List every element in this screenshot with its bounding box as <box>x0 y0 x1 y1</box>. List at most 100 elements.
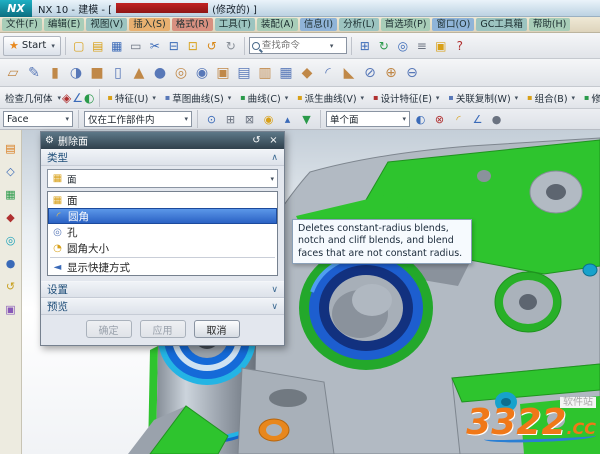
group-combine[interactable]: ▪ 组合(B) ▾ <box>523 91 579 105</box>
chevron-down-icon[interactable]: ▾ <box>65 115 69 123</box>
type-combo[interactable]: ▦ 面 ▾ <box>47 169 278 188</box>
subtract-icon[interactable]: ⊖ <box>402 63 422 83</box>
type-filter-combo[interactable]: Face ▾ <box>3 111 73 127</box>
menu-item[interactable]: GC工具箱 <box>476 18 527 31</box>
hole-icon[interactable]: ◎ <box>171 63 191 83</box>
datum-plane-icon[interactable]: ▱ <box>3 63 23 83</box>
new-file-icon[interactable]: ▢ <box>70 37 88 55</box>
fit-view-icon[interactable]: ◎ <box>394 37 412 55</box>
menu-item[interactable]: 工具(T) <box>215 18 255 31</box>
group-sketch-curves[interactable]: ▪ 草图曲线(S) ▾ <box>161 91 235 105</box>
menu-item[interactable]: 首选项(P) <box>381 18 431 31</box>
section-settings-header[interactable]: 设置 ∨ <box>41 281 284 298</box>
group-associative-copy[interactable]: ▪ 关联复制(W) ▾ <box>444 91 522 105</box>
dialog-reset-button[interactable]: ↺ <box>250 135 263 146</box>
menu-item[interactable]: 视图(V) <box>86 18 127 31</box>
snap-point-icon[interactable]: ⊙ <box>203 111 220 128</box>
assembly-navigator-icon[interactable]: ▤ <box>3 140 19 156</box>
chamfer-icon[interactable]: ◆ <box>297 63 317 83</box>
redo-icon[interactable]: ↻ <box>222 37 240 55</box>
menu-item[interactable]: 格式(R) <box>172 18 213 31</box>
start-button[interactable]: ★ Start ▾ <box>3 36 61 56</box>
follow-fillet-icon[interactable]: ◜ <box>450 111 467 128</box>
copy-icon[interactable]: ⊟ <box>165 37 183 55</box>
group-curves[interactable]: ▪ 曲线(C) ▾ <box>236 91 292 105</box>
section-type-header[interactable]: 类型 ∧ <box>41 149 284 166</box>
unite-icon[interactable]: ⊕ <box>381 63 401 83</box>
chevron-down-icon[interactable]: ▾ <box>184 115 188 123</box>
show-shortcuts-option[interactable]: ◄ 显示快捷方式 <box>48 259 277 275</box>
menu-item[interactable]: 编辑(E) <box>44 18 84 31</box>
apply-button[interactable]: 应用 <box>140 320 186 338</box>
highlight-icon[interactable]: ◉ <box>260 111 277 128</box>
measure-angle-icon[interactable]: ∠ <box>72 89 83 107</box>
shaded-view-icon[interactable]: ● <box>488 111 505 128</box>
menu-item[interactable]: 插入(S) <box>129 18 169 31</box>
save-icon[interactable]: ▦ <box>108 37 126 55</box>
menu-item[interactable]: 窗口(O) <box>432 18 474 31</box>
reuse-library-icon[interactable]: ◆ <box>3 209 19 225</box>
undo-icon[interactable]: ↺ <box>203 37 221 55</box>
selection-scope-combo[interactable]: 仅在工作部件内 ▾ <box>84 111 192 127</box>
cancel-button[interactable]: 取消 <box>194 320 240 338</box>
general-filter-icon[interactable]: ▼ <box>298 111 315 128</box>
open-icon[interactable]: ▤ <box>89 37 107 55</box>
rib-icon[interactable]: ▥ <box>255 63 275 83</box>
menu-item[interactable]: 信息(I) <box>300 18 337 31</box>
help-icon[interactable]: ? <box>451 37 469 55</box>
boss-icon[interactable]: ◉ <box>192 63 212 83</box>
history-icon[interactable]: ↺ <box>3 278 19 294</box>
chevron-down-icon[interactable]: ▾ <box>330 42 334 50</box>
stop-at-intersection-icon[interactable]: ⊗ <box>431 111 448 128</box>
edge-blend-icon[interactable]: ◜ <box>318 63 338 83</box>
constraint-navigator-icon[interactable]: ◇ <box>3 163 19 179</box>
print-icon[interactable]: ▭ <box>127 37 145 55</box>
deselect-all-icon[interactable]: ⊠ <box>241 111 258 128</box>
select-all-icon[interactable]: ⊞ <box>222 111 239 128</box>
menu-item[interactable]: 帮助(H) <box>529 18 571 31</box>
dialog-titlebar[interactable]: ⚙ 删除面 ↺ × <box>41 132 284 149</box>
top-selection-icon[interactable]: ▴ <box>279 111 296 128</box>
dialog-close-button[interactable]: × <box>267 135 280 146</box>
chevron-down-icon[interactable]: ▾ <box>402 115 406 123</box>
option-blend[interactable]: ◜ 圆角 <box>48 208 277 224</box>
pad-icon[interactable]: ▤ <box>234 63 254 83</box>
extrude-icon[interactable]: ▮ <box>45 63 65 83</box>
cut-icon[interactable]: ✂ <box>146 37 164 55</box>
cone-icon[interactable]: ▲ <box>129 63 149 83</box>
shell-icon[interactable]: ▦ <box>276 63 296 83</box>
command-finder[interactable]: ▾ <box>249 37 347 54</box>
face-rule-icon[interactable]: ◐ <box>412 111 429 128</box>
section-view-icon[interactable]: ◐ <box>84 89 94 107</box>
face-rule-combo[interactable]: 单个面 ▾ <box>326 111 410 127</box>
touch-mode-icon[interactable]: ▣ <box>432 37 450 55</box>
section-preview-header[interactable]: 预览 ∨ <box>41 298 284 315</box>
angle-tolerance-icon[interactable]: ∠ <box>469 111 486 128</box>
pocket-icon[interactable]: ▣ <box>213 63 233 83</box>
option-blend-size[interactable]: ◔ 圆角大小 <box>48 240 277 256</box>
group-design-features[interactable]: ▪ 设计特征(E) ▾ <box>369 91 443 105</box>
command-finder-input[interactable] <box>262 40 326 51</box>
cylinder-icon[interactable]: ▯ <box>108 63 128 83</box>
examine-geometry-icon[interactable]: ◈ <box>62 89 71 107</box>
draft-icon[interactable]: ◣ <box>339 63 359 83</box>
menu-item[interactable]: 文件(F) <box>2 18 42 31</box>
part-navigator-icon[interactable]: ▦ <box>3 186 19 202</box>
trim-body-icon[interactable]: ⊘ <box>360 63 380 83</box>
web-browser-icon[interactable]: ● <box>3 255 19 271</box>
roles-icon[interactable]: ▣ <box>3 301 19 317</box>
option-hole[interactable]: ◎ 孔 <box>48 224 277 240</box>
block-icon[interactable]: ■ <box>87 63 107 83</box>
paste-icon[interactable]: ⊡ <box>184 37 202 55</box>
menu-item[interactable]: 装配(A) <box>257 18 298 31</box>
group-features[interactable]: ▪ 特征(U) ▾ <box>104 91 160 105</box>
menu-item[interactable]: 分析(L) <box>339 18 379 31</box>
group-derived-curves[interactable]: ▪ 派生曲线(V) ▾ <box>293 91 368 105</box>
ok-button[interactable]: 确定 <box>86 320 132 338</box>
chevron-down-icon[interactable]: ▾ <box>58 94 62 102</box>
refresh-view-icon[interactable]: ↻ <box>375 37 393 55</box>
examine-geometry-label[interactable]: 检查几何体 <box>3 91 55 105</box>
revolve-icon[interactable]: ◑ <box>66 63 86 83</box>
option-face[interactable]: ▦ 面 <box>48 192 277 208</box>
sphere-icon[interactable]: ● <box>150 63 170 83</box>
